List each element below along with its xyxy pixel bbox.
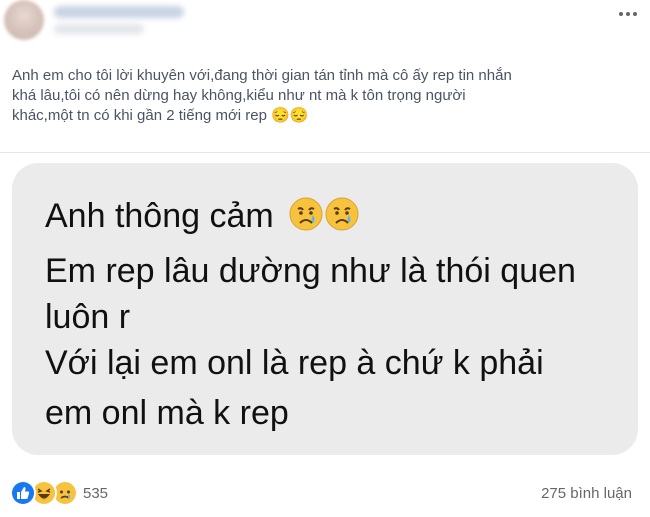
post-timestamp-blurred	[54, 24, 144, 34]
post-text: Anh em cho tôi lời khuyên với,đang thời …	[12, 67, 512, 124]
facebook-post: Anh em cho tôi lời khuyên với,đang thời …	[0, 0, 650, 517]
crying-face-icon	[325, 197, 359, 231]
post-footer: 535 275 bình luận	[0, 475, 650, 515]
chat-screenshot-bubble: Anh thông cảm Em rep lâu dường như là th…	[12, 163, 638, 455]
post-header	[0, 0, 650, 60]
reaction-count: 535	[83, 484, 109, 502]
comment-count-link[interactable]: 275 bình luận	[541, 485, 632, 502]
author-name-blurred[interactable]	[54, 6, 184, 18]
bubble-line-3: luôn r	[45, 298, 131, 336]
bubble-line-4: Với lại em onl là rep à chứ k phải	[45, 344, 544, 382]
more-options-icon[interactable]	[612, 0, 644, 28]
bubble-line-1: Anh thông cảm	[45, 196, 359, 236]
avatar[interactable]	[4, 0, 44, 40]
bubble-line-2: Em rep lâu dường như là thói quen	[45, 252, 576, 290]
crying-face-icon	[289, 197, 323, 231]
divider	[0, 152, 650, 153]
like-icon	[10, 480, 36, 506]
bubble-line-1-text: Anh thông cảm	[45, 197, 274, 235]
bubble-line-5: em onl mà k rep	[45, 394, 289, 432]
reactions-summary[interactable]: 535	[10, 480, 108, 506]
